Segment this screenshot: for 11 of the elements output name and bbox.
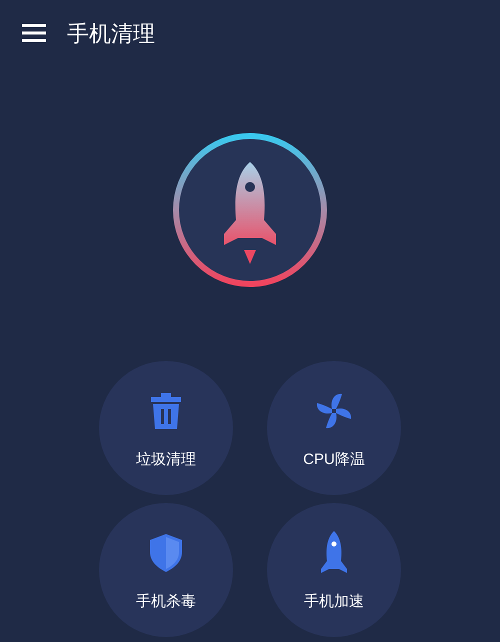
rocket-boost-button[interactable] (170, 130, 330, 290)
fan-icon (315, 392, 353, 430)
feature-button[interactable]: 手机杀毒 (99, 503, 233, 637)
trash-icon (151, 392, 181, 429)
feature-button[interactable]: 垃圾清理 (99, 361, 233, 495)
feature-button[interactable]: CPU降温 (267, 361, 401, 495)
shield-icon (150, 534, 182, 572)
feature-button[interactable]: 手机加速 (267, 503, 401, 637)
menu-icon[interactable] (22, 24, 46, 42)
rocket-icon (320, 530, 348, 575)
screen-title: 手机清理 (67, 20, 155, 48)
